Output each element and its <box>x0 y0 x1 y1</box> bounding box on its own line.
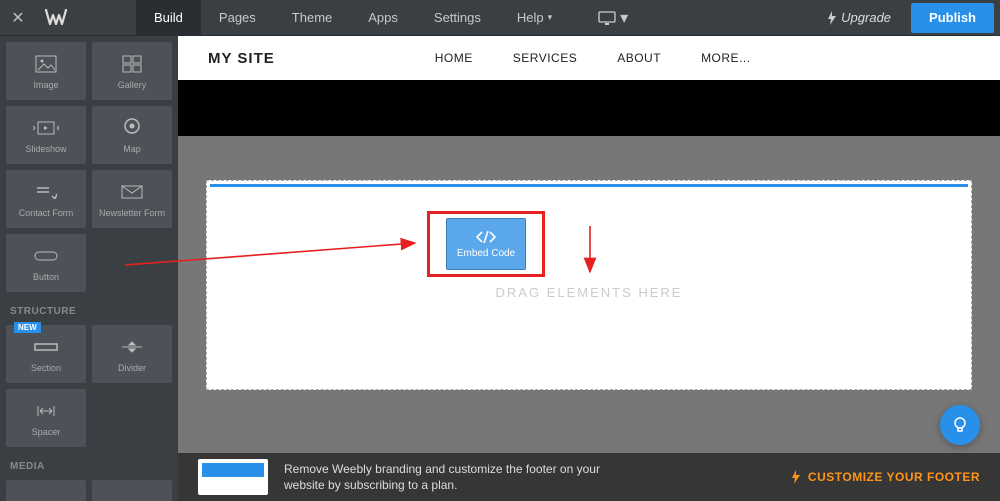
gallery-icon <box>122 52 142 76</box>
tab-settings[interactable]: Settings <box>416 0 499 36</box>
hero-black-bar <box>178 80 1000 136</box>
audio-icon <box>120 497 144 501</box>
tile-map[interactable]: Map <box>92 106 172 164</box>
divider-icon <box>121 335 143 359</box>
help-bubble[interactable] <box>940 405 980 445</box>
tile-media-2[interactable] <box>92 480 172 501</box>
spacer-icon <box>34 399 58 423</box>
nav-tabs: Build Pages Theme Apps Settings Help▾ ▾ <box>136 0 638 36</box>
tab-pages[interactable]: Pages <box>201 0 274 36</box>
nav-home[interactable]: HOME <box>435 51 473 65</box>
drop-indicator <box>210 184 968 187</box>
tile-media-1[interactable] <box>6 480 86 501</box>
hd-video-icon <box>33 497 59 501</box>
page-body: DRAG ELEMENTS HERE Embed Code <box>178 136 1000 453</box>
publish-button[interactable]: Publish <box>911 3 994 33</box>
tile-section[interactable]: NEW Section <box>6 325 86 383</box>
customize-footer-button[interactable]: CUSTOMIZE YOUR FOOTER <box>790 470 980 484</box>
tile-divider[interactable]: Divider <box>92 325 172 383</box>
sidebar: Image Gallery Slideshow Map Contact Form… <box>0 36 178 501</box>
close-icon[interactable]: ✕ <box>0 8 36 28</box>
tile-button[interactable]: Button <box>6 234 86 292</box>
tile-slideshow[interactable]: Slideshow <box>6 106 86 164</box>
tab-build[interactable]: Build <box>136 0 201 36</box>
envelope-icon <box>121 180 143 204</box>
site-header: MY SITE HOME SERVICES ABOUT MORE... <box>178 36 1000 80</box>
tile-gallery[interactable]: Gallery <box>92 42 172 100</box>
footer-thumb <box>198 459 268 495</box>
tab-help[interactable]: Help▾ <box>499 0 570 36</box>
button-icon <box>34 244 58 268</box>
tab-theme[interactable]: Theme <box>274 0 350 36</box>
upsell-text: Remove Weebly branding and customize the… <box>284 461 790 493</box>
tile-spacer[interactable]: Spacer <box>6 389 86 447</box>
drop-zone[interactable]: DRAG ELEMENTS HERE Embed Code <box>206 180 972 390</box>
map-icon <box>123 116 141 140</box>
section-media: MEDIA <box>0 453 178 474</box>
new-badge: NEW <box>14 322 41 333</box>
topbar: ✕ Build Pages Theme Apps Settings Help▾ … <box>0 0 1000 36</box>
upgrade-link[interactable]: Upgrade <box>811 10 907 25</box>
slideshow-icon <box>33 116 59 140</box>
tile-contact-form[interactable]: Contact Form <box>6 170 86 228</box>
nav-about[interactable]: ABOUT <box>617 51 661 65</box>
tab-apps[interactable]: Apps <box>350 0 416 36</box>
form-icon <box>35 180 57 204</box>
site-title[interactable]: MY SITE <box>208 50 275 67</box>
lightbulb-icon <box>951 416 969 434</box>
weebly-logo[interactable] <box>36 0 76 36</box>
canvas: MY SITE HOME SERVICES ABOUT MORE... DRAG… <box>178 36 1000 453</box>
nav-more[interactable]: MORE... <box>701 51 751 65</box>
section-structure: STRUCTURE <box>0 298 178 319</box>
code-icon <box>475 230 497 244</box>
image-icon <box>35 52 57 76</box>
nav-services[interactable]: SERVICES <box>513 51 577 65</box>
footer-upsell: Remove Weebly branding and customize the… <box>178 453 1000 501</box>
tile-image[interactable]: Image <box>6 42 86 100</box>
tile-newsletter[interactable]: Newsletter Form <box>92 170 172 228</box>
section-icon <box>34 335 58 359</box>
device-switcher[interactable]: ▾ <box>588 0 638 36</box>
embed-code-dragging[interactable]: Embed Code <box>427 211 545 277</box>
site-nav: HOME SERVICES ABOUT MORE... <box>435 51 751 65</box>
drop-placeholder: DRAG ELEMENTS HERE <box>496 285 683 300</box>
bolt-icon <box>790 470 802 484</box>
